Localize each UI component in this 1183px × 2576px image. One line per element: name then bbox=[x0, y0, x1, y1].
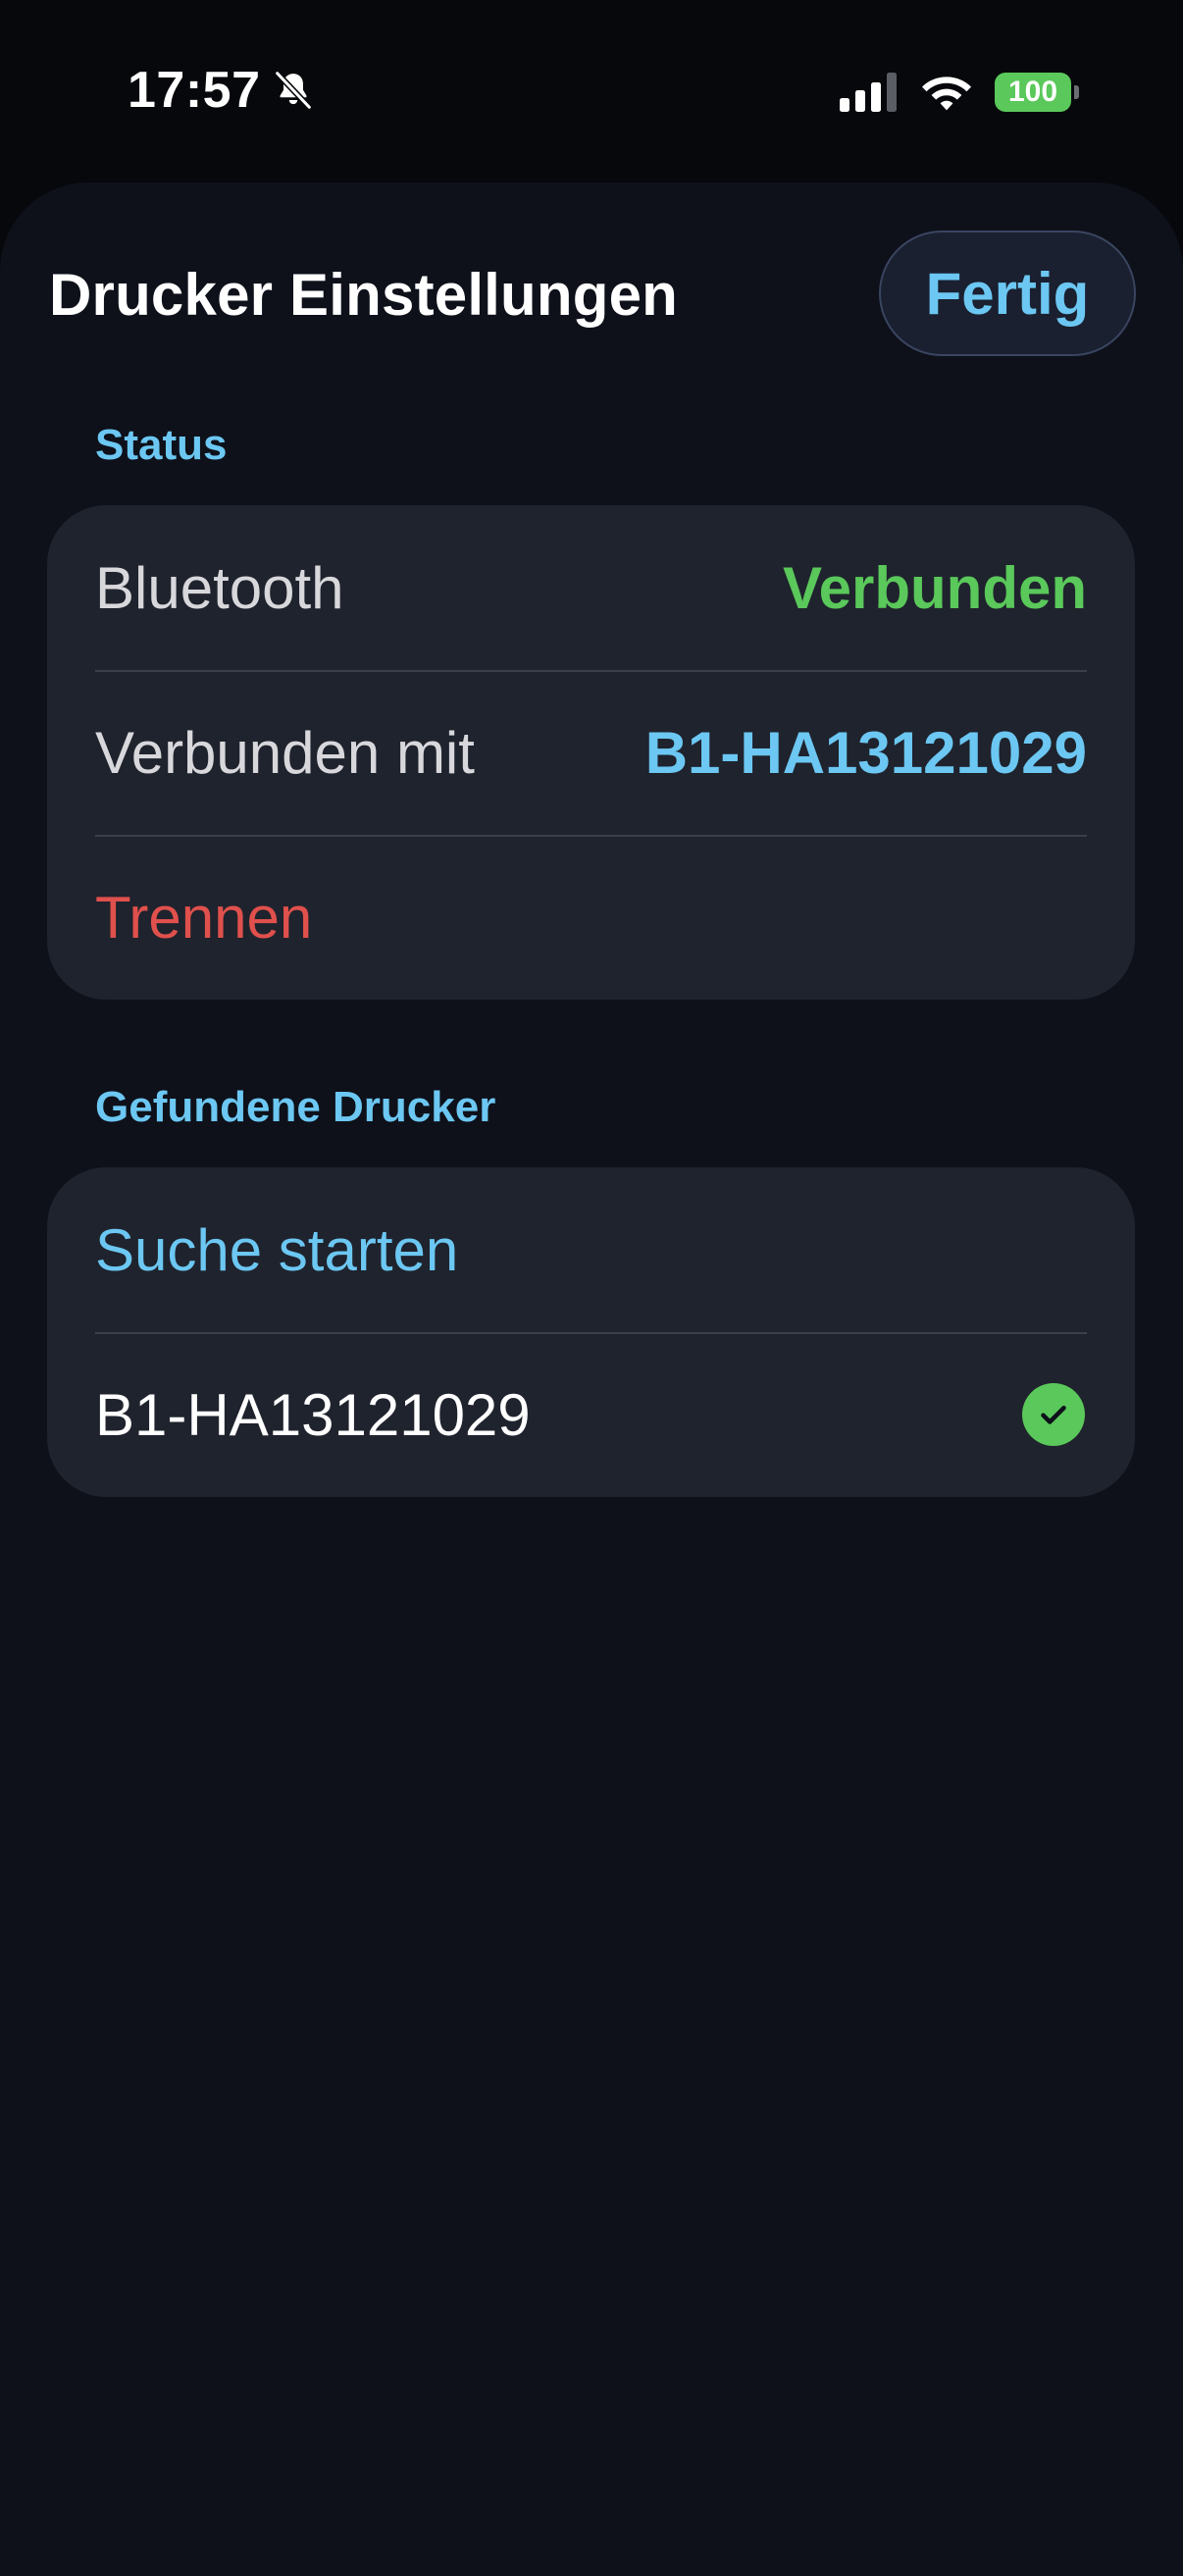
status-time-group: 17:57 bbox=[128, 61, 316, 120]
done-button[interactable]: Fertig bbox=[879, 231, 1136, 356]
bluetooth-row: Bluetooth Verbunden bbox=[47, 505, 1135, 670]
printer-settings-sheet: Drucker Einstellungen Fertig Status Blue… bbox=[0, 182, 1183, 2576]
bell-slash-icon bbox=[274, 70, 312, 111]
section-header-status: Status bbox=[95, 421, 228, 469]
disconnect-button[interactable]: Trennen bbox=[95, 884, 312, 952]
printer-list-item[interactable]: B1-HA13121029 bbox=[47, 1332, 1135, 1497]
search-row[interactable]: Suche starten bbox=[47, 1167, 1135, 1332]
battery-tip bbox=[1074, 85, 1079, 99]
disconnect-row[interactable]: Trennen bbox=[47, 835, 1135, 1000]
found-printers-card: Suche starten B1-HA13121029 bbox=[47, 1167, 1135, 1497]
printer-name: B1-HA13121029 bbox=[95, 1381, 531, 1448]
checkmark-circle-icon bbox=[1022, 1383, 1085, 1446]
battery-icon: 100 bbox=[995, 73, 1079, 112]
connected-device-value: B1-HA13121029 bbox=[644, 719, 1087, 786]
bluetooth-status-value: Verbunden bbox=[782, 554, 1087, 621]
wifi-icon bbox=[922, 77, 971, 111]
connected-to-label: Verbunden mit bbox=[95, 719, 475, 786]
status-indicators: 100 bbox=[840, 73, 1079, 112]
start-search-button[interactable]: Suche starten bbox=[95, 1216, 458, 1284]
cellular-signal-icon bbox=[840, 73, 897, 112]
page-title: Drucker Einstellungen bbox=[49, 262, 679, 328]
section-header-found-printers: Gefundene Drucker bbox=[95, 1083, 496, 1131]
status-bar: 17:57 100 bbox=[0, 0, 1183, 186]
battery-level: 100 bbox=[995, 73, 1071, 112]
status-time: 17:57 bbox=[128, 62, 261, 119]
status-card: Bluetooth Verbunden Verbunden mit B1-HA1… bbox=[47, 505, 1135, 1000]
connected-to-row: Verbunden mit B1-HA13121029 bbox=[47, 670, 1135, 835]
bluetooth-label: Bluetooth bbox=[95, 554, 344, 621]
